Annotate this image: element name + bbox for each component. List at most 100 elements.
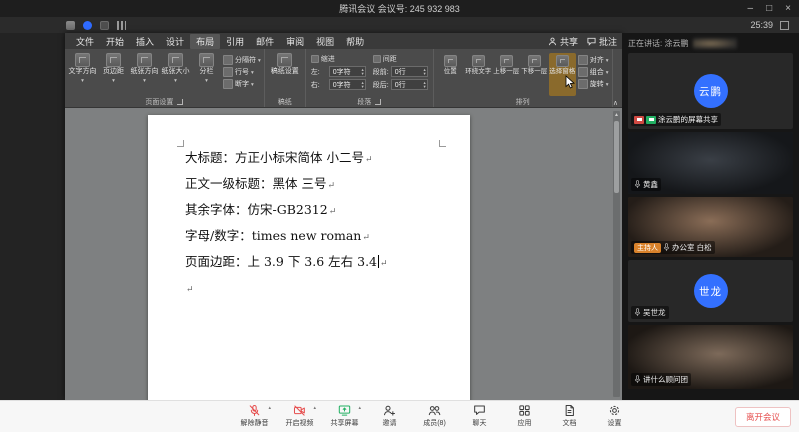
send-backward-icon <box>528 55 541 67</box>
invite-button[interactable]: 邀请 <box>371 404 408 428</box>
spacing-after-input[interactable]: 0行 <box>391 79 428 90</box>
start-video-button[interactable]: 开启视频 <box>281 404 318 428</box>
wrap-text-button[interactable]: 环绕文字 <box>465 53 492 96</box>
scrollbar[interactable] <box>613 111 620 397</box>
menu-tab-layout[interactable]: 布局 <box>190 34 220 49</box>
participant-tile[interactable]: 黄鑫 <box>628 132 793 194</box>
field-value: 0行 <box>395 67 406 77</box>
stepper-icon[interactable] <box>424 81 426 88</box>
docs-button[interactable]: 文档 <box>551 404 588 428</box>
participant-nameplate: 主持人 办公室 白松 <box>631 241 715 254</box>
chevron-down-icon <box>606 81 609 88</box>
settings-button[interactable]: 设置 <box>596 404 633 428</box>
bring-forward-button[interactable]: 上移一层 <box>493 53 520 96</box>
collapse-ribbon-button[interactable] <box>613 99 618 107</box>
scrollbar-up-icon[interactable] <box>613 112 620 118</box>
line-numbers-button[interactable]: 行号 <box>223 67 261 77</box>
button-label: 稿纸设置 <box>271 68 299 76</box>
maximize-button[interactable]: □ <box>766 3 772 14</box>
menu-tab-home[interactable]: 开始 <box>100 34 130 49</box>
button-label: 选择窗格 <box>549 68 575 75</box>
camera-off-icon <box>293 404 306 417</box>
indent-left-input[interactable]: 0字符 <box>329 66 366 77</box>
button-label: 断字 <box>235 79 249 89</box>
menu-tab-design[interactable]: 设计 <box>160 34 190 49</box>
screen-share-icon <box>338 404 351 417</box>
selection-pane-icon <box>556 55 569 67</box>
stepper-icon[interactable] <box>362 68 364 75</box>
columns-button[interactable]: 分栏 <box>192 51 221 96</box>
chevron-down-icon <box>606 69 609 76</box>
grid-icon[interactable] <box>66 21 75 30</box>
button-label: 分隔符 <box>235 55 256 65</box>
word-menu-bar: 文件 开始 插入 设计 布局 引用 邮件 审阅 视图 帮助 共享 批注 <box>65 33 622 49</box>
participant-tile[interactable]: 云鹏 涂云鹏的屏幕共享 <box>628 53 793 129</box>
menu-tab-review[interactable]: 审阅 <box>280 34 310 49</box>
indent-right-input[interactable]: 0字符 <box>329 79 366 90</box>
breaks-button[interactable]: 分隔符 <box>223 55 261 65</box>
scrollbar-thumb[interactable] <box>614 121 619 193</box>
topbar-icons <box>66 21 126 30</box>
menu-tab-view[interactable]: 视图 <box>310 34 340 49</box>
paper-size-button[interactable]: 纸张大小 <box>161 51 190 96</box>
margins-button[interactable]: 页边距 <box>99 51 128 96</box>
document-line: 大标题：方正小标宋简体 小二号↵ <box>185 146 450 172</box>
meeting-app-icon[interactable] <box>83 21 92 30</box>
paragraph-mark: ↵ <box>365 155 373 165</box>
share-button[interactable]: 共享 <box>548 35 578 48</box>
chevron-up-icon <box>313 405 316 411</box>
chevron-up-icon <box>358 405 361 411</box>
participant-tile[interactable]: 讲什么顾问团 <box>628 325 793 389</box>
document-page[interactable]: 大标题：方正小标宋简体 小二号↵ 正文一级标题：黑体 三号↵ 其余字体：仿宋-G… <box>148 115 470 400</box>
button-label: 环绕文字 <box>465 68 491 75</box>
menu-tab-mailings[interactable]: 邮件 <box>250 34 280 49</box>
send-backward-button[interactable]: 下移一层 <box>521 53 548 96</box>
minimize-button[interactable]: – <box>748 3 754 14</box>
members-button[interactable]: 成员(8) <box>416 404 453 428</box>
mic-icon <box>634 308 641 317</box>
share-screen-button[interactable]: 共享屏幕 <box>326 404 363 428</box>
chat-button[interactable]: 聊天 <box>461 404 498 428</box>
participant-tile[interactable]: 主持人 办公室 白松 <box>628 197 793 257</box>
menu-tab-references[interactable]: 引用 <box>220 34 250 49</box>
rotate-button[interactable]: 旋转 <box>578 79 609 89</box>
paragraph-mark: ↵ <box>380 259 388 269</box>
toolbar-item-label: 成员(8) <box>423 418 446 428</box>
stepper-icon[interactable] <box>362 81 364 88</box>
dialog-launcher-icon[interactable] <box>177 99 183 105</box>
grid-paper-settings-button[interactable]: 稿纸设置 <box>268 51 302 96</box>
text-direction-button[interactable]: 文字方向 <box>68 51 97 96</box>
speaker-preview <box>693 38 737 49</box>
group-objects-button[interactable]: 组合 <box>578 67 609 77</box>
comments-button[interactable]: 批注 <box>587 35 617 48</box>
orientation-button[interactable]: 纸张方向 <box>130 51 159 96</box>
align-button[interactable]: 对齐 <box>578 55 609 65</box>
fullscreen-icon[interactable] <box>780 21 789 30</box>
window-icon[interactable] <box>100 21 109 30</box>
unmute-button[interactable]: 解除静音 <box>236 404 273 428</box>
participant-tile[interactable]: 世龙 吴世龙 <box>628 260 793 322</box>
spacing-before-input[interactable]: 0行 <box>391 66 428 77</box>
participant-nameplate: 黄鑫 <box>631 178 661 191</box>
chevron-down-icon <box>112 77 115 85</box>
leave-meeting-button[interactable]: 离开会议 <box>735 407 791 427</box>
apps-button[interactable]: 应用 <box>506 404 543 428</box>
button-label: 行号 <box>235 67 249 77</box>
hyphenation-button[interactable]: 断字 <box>223 79 261 89</box>
apps-icon <box>518 404 531 417</box>
bring-forward-icon <box>500 55 513 67</box>
menu-tab-help[interactable]: 帮助 <box>340 34 370 49</box>
spacing-header: 间距 <box>383 54 397 64</box>
position-button[interactable]: 位置 <box>437 53 464 96</box>
speaking-banner: 正在讲话: 涂云鹏 <box>628 36 793 50</box>
menu-tab-file[interactable]: 文件 <box>70 34 100 49</box>
group-label-row: 段落 <box>309 96 430 107</box>
stepper-icon[interactable] <box>424 68 426 75</box>
dialog-launcher-icon[interactable] <box>375 99 381 105</box>
close-button[interactable]: × <box>785 3 791 14</box>
menu-tab-insert[interactable]: 插入 <box>130 34 160 49</box>
participants-panel: 正在讲话: 涂云鹏 云鹏 涂云鹏的屏幕共享 黄鑫 主持人 办公室 白松 世龙 吴… <box>622 33 799 400</box>
camera-off-badge-icon <box>634 116 644 124</box>
ribbon-group-arrange: 位置 环绕文字 上移一层 下移一层 <box>434 49 613 107</box>
button-label: 下移一层 <box>521 68 547 75</box>
